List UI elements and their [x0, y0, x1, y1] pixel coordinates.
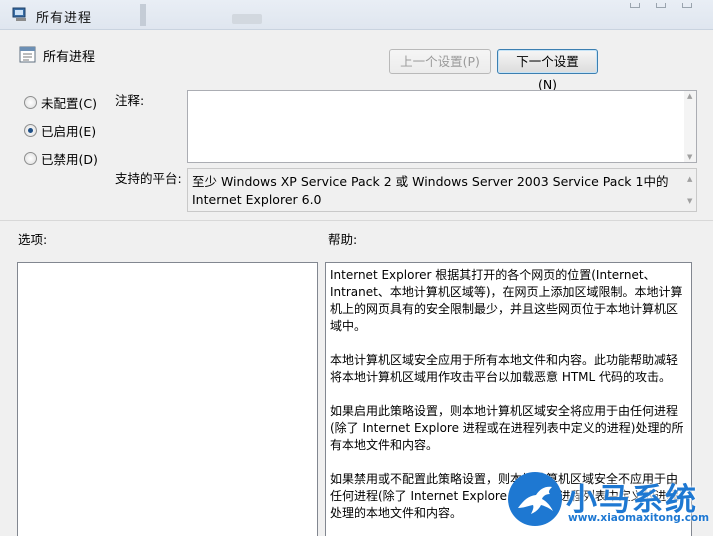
scroll-up-icon[interactable]: ▲	[687, 170, 692, 188]
horse-logo-icon	[508, 472, 562, 526]
maximize-button[interactable]	[648, 0, 674, 10]
radio-not-configured[interactable]: 未配置(C)	[24, 94, 97, 111]
platform-scrollbar[interactable]: ▲ ▼	[684, 169, 696, 211]
minimize-button[interactable]	[622, 0, 648, 10]
section-divider	[0, 220, 713, 221]
scroll-down-icon[interactable]: ▼	[687, 192, 692, 210]
watermark-url: www.xiaomaxitong.com	[568, 512, 710, 524]
comment-scrollbar[interactable]: ▲ ▼	[684, 91, 696, 162]
window-title: 所有进程	[36, 11, 93, 26]
help-paragraph: 本地计算机区域安全应用于所有本地文件和内容。此功能帮助减轻将本地计算机区域用作攻…	[330, 353, 679, 384]
next-setting-button[interactable]: 下一个设置(N)	[497, 49, 598, 92]
background-window-fragment	[232, 14, 262, 24]
help-paragraph: 如果启用此策略设置，则本地计算机区域安全将应用于由任何进程(除了 Interne…	[330, 404, 684, 452]
supported-platform-value: 至少 Windows XP Service Pack 2 或 Windows S…	[187, 168, 697, 212]
policy-setting-icon	[19, 46, 36, 63]
scroll-up-icon[interactable]: ▲	[687, 92, 692, 100]
close-button[interactable]	[674, 0, 713, 10]
comment-label: 注释:	[115, 93, 145, 108]
supported-platform-label: 支持的平台:	[115, 171, 182, 186]
help-paragraph: Internet Explorer 根据其打开的各个网页的位置(Internet…	[330, 268, 683, 333]
radio-button[interactable]	[24, 95, 37, 109]
scroll-down-icon[interactable]: ▼	[687, 153, 692, 161]
radio-enabled[interactable]: 已启用(E)	[24, 122, 97, 139]
options-label: 选项:	[18, 232, 48, 247]
radio-disabled[interactable]: 已禁用(D)	[24, 150, 98, 167]
help-label: 帮助:	[328, 232, 358, 247]
site-watermark: 小马系统 www.xiaomaxitong.com	[506, 470, 713, 536]
previous-setting-button[interactable]: 上一个设置(P)	[389, 49, 491, 74]
window-title-bar[interactable]: 所有进程	[0, 0, 713, 30]
setting-title: 所有进程	[43, 50, 96, 65]
options-panel[interactable]	[17, 262, 318, 536]
radio-button-checked[interactable]	[24, 123, 37, 137]
platform-text-line-2: Internet Explorer 6.0	[192, 192, 322, 207]
radio-label: 已启用(E)	[41, 123, 97, 139]
radio-label: 未配置(C)	[41, 95, 97, 111]
radio-button[interactable]	[24, 151, 37, 165]
background-window-fragment	[140, 4, 146, 26]
radio-label: 已禁用(D)	[41, 151, 98, 167]
policy-app-icon	[12, 7, 26, 21]
comment-textarea[interactable]: ▲ ▼	[187, 90, 697, 163]
platform-text-line-1: 至少 Windows XP Service Pack 2 或 Windows S…	[192, 174, 669, 189]
